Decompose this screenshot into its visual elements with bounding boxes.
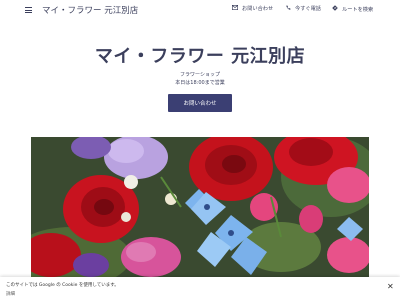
nav-call-label: 今すぐ電話 bbox=[295, 6, 321, 12]
business-hours: 本日は18:00まで営業 bbox=[175, 80, 225, 86]
mail-icon bbox=[231, 4, 239, 12]
nav-directions[interactable]: ルートを検索 bbox=[332, 5, 373, 13]
cookie-banner: このサイトでは Google の Cookie を使用しています。 詳細 ✕ bbox=[0, 277, 400, 300]
site-title[interactable]: マイ・フラワー 元江別店 bbox=[42, 4, 138, 16]
nav-call-now[interactable]: 今すぐ電話 bbox=[286, 5, 321, 12]
nav-contact[interactable]: お問い合わせ bbox=[231, 4, 274, 12]
nav-contact-label: お問い合わせ bbox=[242, 6, 274, 12]
contact-cta-button[interactable]: お問い合わせ bbox=[168, 94, 232, 112]
flower-photo bbox=[31, 137, 369, 277]
cookie-details-link[interactable]: 詳細 bbox=[6, 291, 15, 297]
phone-icon bbox=[286, 5, 291, 12]
hero-subtitle: フラワーショップ bbox=[180, 72, 220, 78]
close-icon[interactable]: ✕ bbox=[387, 282, 394, 291]
hero-title: マイ・フラワー 元江別店 bbox=[94, 46, 306, 67]
top-navigation-bar: マイ・フラワー 元江別店 お問い合わせ 今すぐ電話 ルートを検索 bbox=[0, 0, 400, 22]
directions-icon bbox=[332, 5, 338, 13]
nav-directions-label: ルートを検索 bbox=[342, 6, 374, 13]
cookie-notice-text: このサイトでは Google の Cookie を使用しています。 bbox=[6, 283, 119, 288]
hamburger-menu-icon[interactable] bbox=[25, 7, 32, 14]
